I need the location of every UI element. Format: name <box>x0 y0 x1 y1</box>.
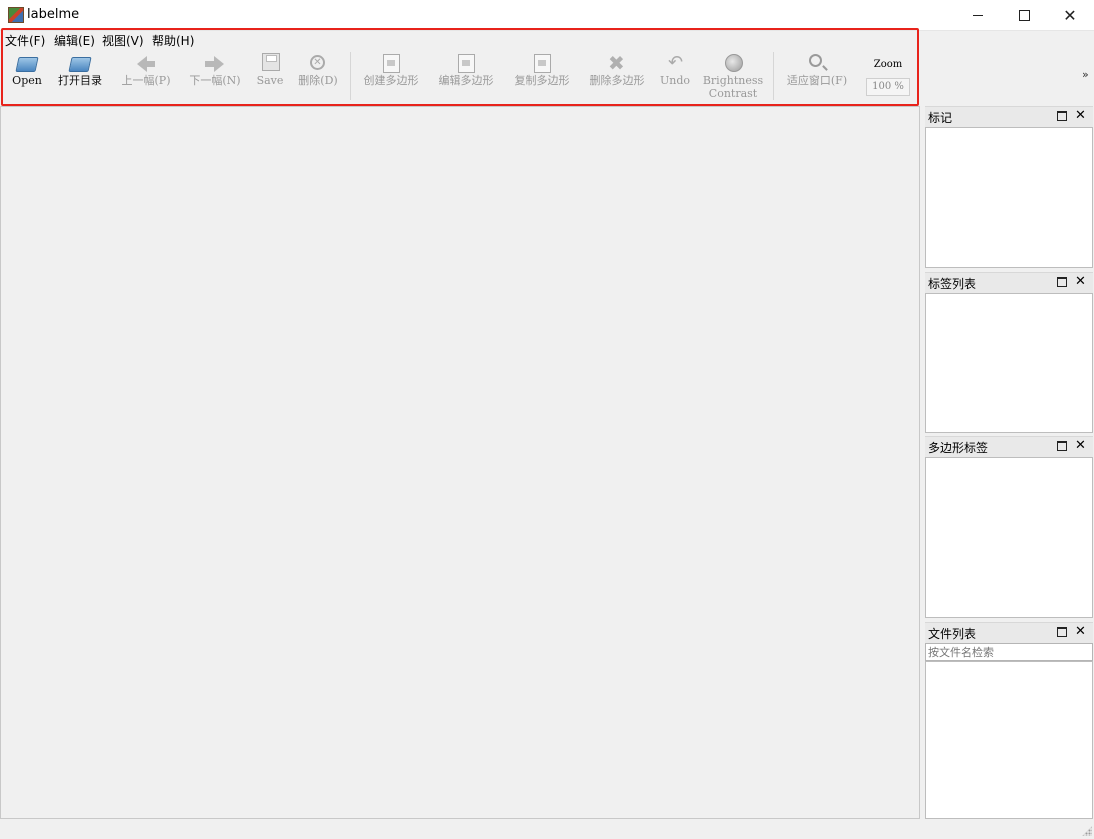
highlight-frame <box>1 28 919 106</box>
close-icon[interactable]: ✕ <box>1075 438 1086 453</box>
maximize-button[interactable] <box>1001 0 1047 30</box>
maximize-icon <box>1018 9 1030 21</box>
image-canvas[interactable] <box>0 106 920 819</box>
close-icon: ✕ <box>1063 5 1077 25</box>
dock-file-list-header: 文件列表 ✕ <box>925 622 1093 643</box>
app-logo-icon <box>8 7 24 23</box>
float-icon[interactable] <box>1057 441 1067 451</box>
status-bar <box>0 819 1094 839</box>
dock-title: 标记 <box>928 111 953 125</box>
dock-polygon-labels: 多边形标签 ✕ <box>925 436 1093 618</box>
dock-polygon-labels-header: 多边形标签 ✕ <box>925 436 1093 457</box>
dock-flags: 标记 ✕ <box>925 106 1093 268</box>
title-bar: labelme ✕ <box>0 0 1094 31</box>
close-icon[interactable]: ✕ <box>1075 108 1086 123</box>
minimize-icon <box>973 14 983 16</box>
dock-title: 多边形标签 <box>928 441 989 455</box>
dock-title: 文件列表 <box>928 627 977 641</box>
close-icon[interactable]: ✕ <box>1075 624 1086 639</box>
file-search-input[interactable] <box>925 643 1093 661</box>
toolbar-overflow-chevron-icon[interactable]: » <box>1082 68 1089 81</box>
close-window-button[interactable]: ✕ <box>1047 0 1093 30</box>
float-icon[interactable] <box>1057 277 1067 287</box>
float-icon[interactable] <box>1057 627 1067 637</box>
dock-title: 标签列表 <box>928 277 977 291</box>
minimize-button[interactable] <box>955 0 1001 30</box>
dock-flags-header: 标记 ✕ <box>925 106 1093 127</box>
label-list[interactable] <box>925 293 1093 433</box>
window-title: labelme <box>27 7 80 22</box>
flags-list[interactable] <box>925 127 1093 268</box>
dock-label-list: 标签列表 ✕ <box>925 272 1093 433</box>
file-list[interactable] <box>925 661 1093 819</box>
polygon-label-list[interactable] <box>925 457 1093 618</box>
dock-file-list: 文件列表 ✕ <box>925 622 1093 819</box>
float-icon[interactable] <box>1057 111 1067 121</box>
close-icon[interactable]: ✕ <box>1075 274 1086 289</box>
dock-label-list-header: 标签列表 ✕ <box>925 272 1093 293</box>
